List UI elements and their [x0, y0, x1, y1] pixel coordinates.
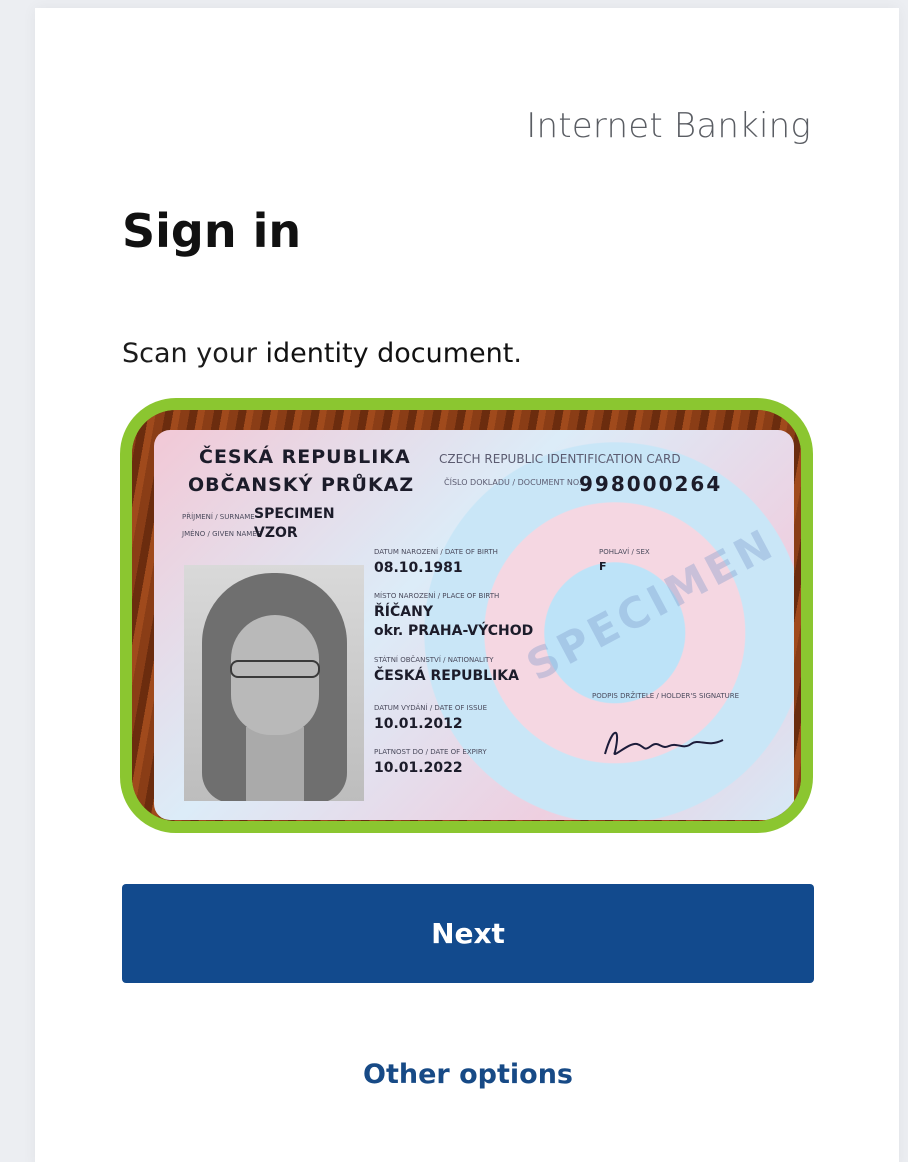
- card-dob: 08.10.1981: [374, 560, 463, 576]
- card-surname: SPECIMEN: [254, 506, 335, 522]
- card-doc-no-label: ČÍSLO DOKLADU / DOCUMENT NO.: [444, 478, 582, 487]
- page-title: Sign in: [122, 204, 302, 258]
- card-pob-line1: ŘÍČANY: [374, 604, 433, 620]
- sign-in-card: Internet Banking Sign in Scan your ident…: [35, 8, 899, 1162]
- card-nationality: ČESKÁ REPUBLIKA: [374, 668, 519, 684]
- card-country-cz: ČESKÁ REPUBLIKA: [199, 446, 411, 468]
- photo-glasses: [230, 660, 320, 678]
- brand-title: Internet Banking: [526, 106, 811, 146]
- card-given: VZOR: [254, 525, 298, 541]
- signature-image: [604, 731, 724, 755]
- instruction-prefix: Scan your: [122, 338, 266, 369]
- next-button[interactable]: Next: [122, 884, 814, 983]
- card-nationality-label: STÁTNÍ OBČANSTVÍ / NATIONALITY: [374, 656, 494, 664]
- card-surname-label: PŘÍJMENÍ / SURNAME: [182, 513, 255, 521]
- card-given-label: JMÉNO / GIVEN NAMES: [182, 530, 262, 538]
- instruction-suffix: .: [513, 338, 522, 369]
- card-expiry-date: 10.01.2022: [374, 760, 463, 776]
- card-expiry-label: PLATNOST DO / DATE OF EXPIRY: [374, 748, 487, 756]
- card-country-en: CZECH REPUBLIC IDENTIFICATION CARD: [439, 452, 681, 466]
- card-issue-label: DATUM VYDÁNÍ / DATE OF ISSUE: [374, 704, 488, 712]
- document-scan-frame: ČESKÁ REPUBLIKA OBČANSKÝ PRŮKAZ CZECH RE…: [120, 398, 813, 833]
- instruction-emphasis: identity document: [265, 338, 514, 369]
- identity-card-image: ČESKÁ REPUBLIKA OBČANSKÝ PRŮKAZ CZECH RE…: [154, 430, 794, 820]
- other-options-link[interactable]: Other options: [122, 1059, 814, 1090]
- card-sex: F: [599, 560, 607, 573]
- card-signature-label: PODPIS DRŽITELE / HOLDER'S SIGNATURE: [592, 692, 740, 700]
- card-issue-date: 10.01.2012: [374, 716, 463, 732]
- photo-neck: [246, 727, 304, 801]
- card-watermark: SPECIMEN: [518, 518, 784, 691]
- card-doc-no: 998000264: [579, 472, 723, 496]
- card-holder-photo: [184, 565, 364, 801]
- card-doc-type-cz: OBČANSKÝ PRŮKAZ: [188, 474, 415, 496]
- card-dob-label: DATUM NAROZENÍ / DATE OF BIRTH: [374, 548, 498, 556]
- card-sex-label: POHLAVÍ / SEX: [599, 548, 650, 556]
- card-pob-line2: okr. PRAHA-VÝCHOD: [374, 623, 534, 639]
- card-pob-label: MÍSTO NAROZENÍ / PLACE OF BIRTH: [374, 592, 500, 600]
- scan-instruction: Scan your identity document.: [122, 338, 522, 369]
